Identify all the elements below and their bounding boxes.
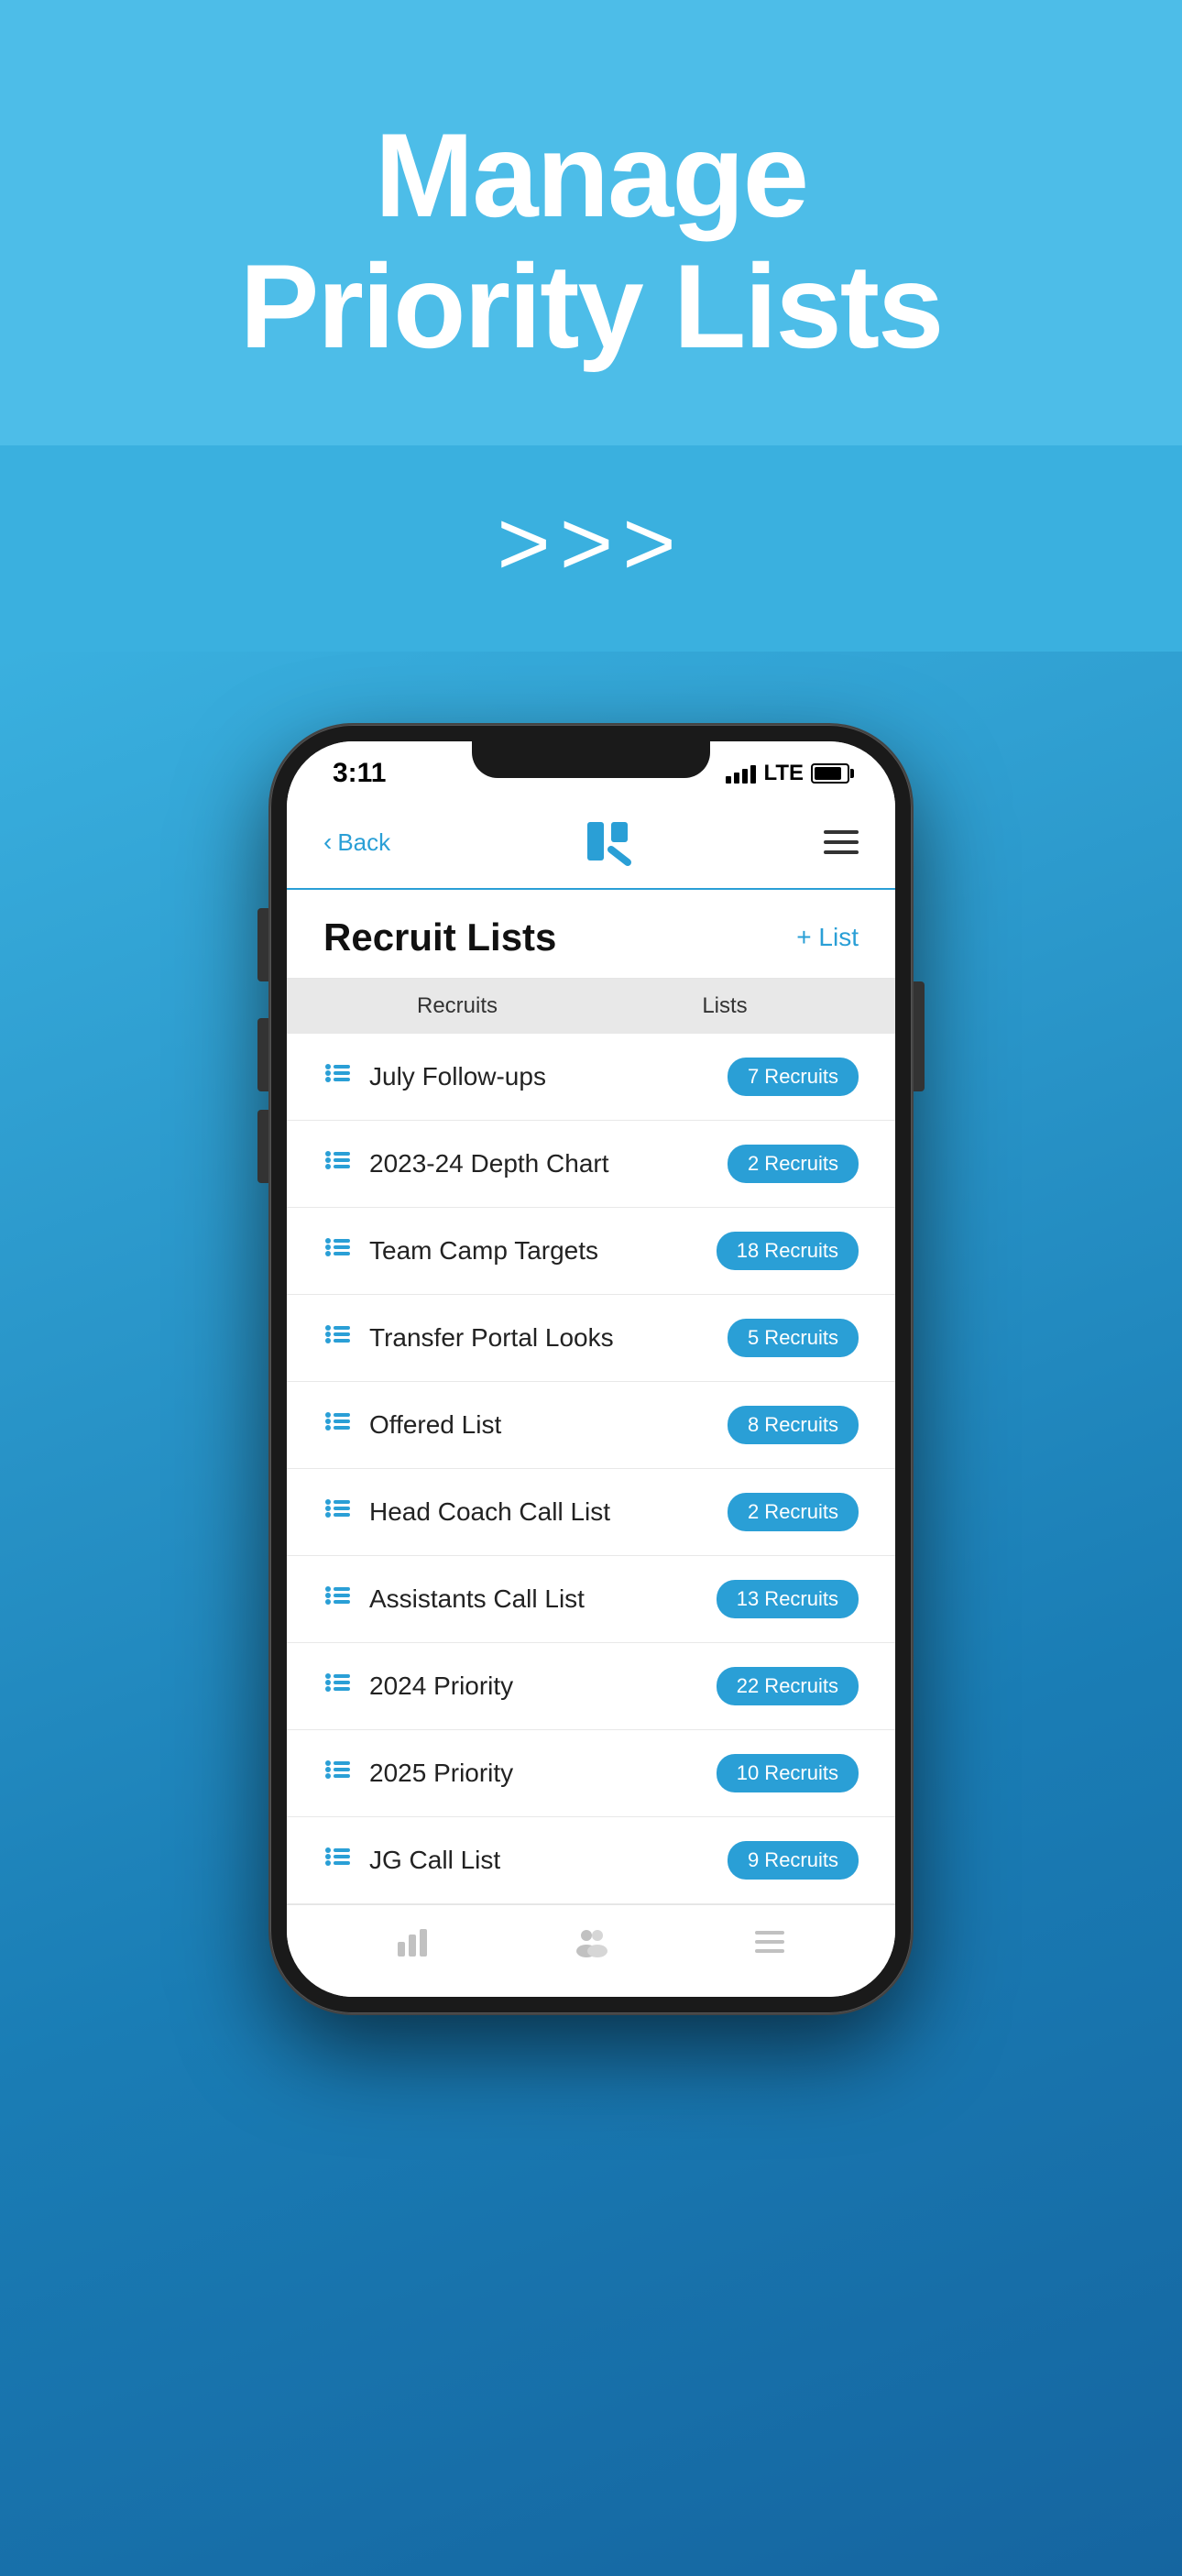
list-item-name: 2024 Priority: [369, 1672, 513, 1701]
tab-people-icon[interactable]: [573, 1924, 609, 1960]
recruit-badge: 13 Recruits: [717, 1580, 859, 1618]
phone-notch: [472, 741, 710, 778]
arrow-section: >>>: [0, 445, 1182, 652]
list-item[interactable]: July Follow-ups 7 Recruits: [287, 1034, 895, 1121]
lte-icon: LTE: [763, 761, 804, 786]
phone-area: 3:11 LTE ‹ Back: [0, 652, 1182, 2576]
back-label: Back: [337, 828, 390, 857]
signal-icon: [726, 763, 756, 784]
phone-shell: 3:11 LTE ‹ Back: [270, 725, 912, 2013]
phone-screen: 3:11 LTE ‹ Back: [287, 741, 895, 1997]
list-item-name: 2025 Priority: [369, 1759, 513, 1788]
table-header-recruits: Recruits: [323, 993, 591, 1019]
recruit-list-container: July Follow-ups 7 Recruits 2023-24 Depth…: [287, 1034, 895, 1904]
recruit-badge: 5 Recruits: [728, 1319, 859, 1357]
tab-stats-icon[interactable]: [394, 1924, 431, 1960]
list-item[interactable]: 2024 Priority 22 Recruits: [287, 1643, 895, 1730]
list-item-name: Assistants Call List: [369, 1584, 585, 1614]
list-item[interactable]: Transfer Portal Looks 5 Recruits: [287, 1295, 895, 1382]
list-item-name: 2023-24 Depth Chart: [369, 1149, 609, 1178]
recruit-badge: 22 Recruits: [717, 1667, 859, 1705]
list-item-left: 2025 Priority: [323, 1755, 513, 1792]
app-logo-icon: [580, 815, 635, 870]
list-item-left: JG Call List: [323, 1842, 500, 1879]
list-item[interactable]: JG Call List 9 Recruits: [287, 1817, 895, 1904]
status-bar: 3:11 LTE: [287, 741, 895, 796]
list-item[interactable]: 2023-24 Depth Chart 2 Recruits: [287, 1121, 895, 1208]
battery-fill: [815, 767, 841, 780]
list-item-name: Offered List: [369, 1410, 501, 1440]
table-header: Recruits Lists: [287, 979, 895, 1034]
list-lines-icon: [323, 1233, 353, 1269]
list-item-name: Transfer Portal Looks: [369, 1323, 614, 1353]
status-icons: LTE: [726, 761, 849, 786]
list-lines-icon: [323, 1145, 353, 1182]
list-item[interactable]: Offered List 8 Recruits: [287, 1382, 895, 1469]
tab-list-icon[interactable]: [751, 1924, 788, 1960]
add-list-button[interactable]: + List: [796, 923, 859, 952]
list-item-left: Assistants Call List: [323, 1581, 585, 1617]
back-chevron-icon: ‹: [323, 828, 332, 857]
list-lines-icon: [323, 1668, 353, 1705]
recruit-badge: 2 Recruits: [728, 1493, 859, 1531]
page-header: Recruit Lists + List: [287, 890, 895, 979]
recruit-badge: 10 Recruits: [717, 1754, 859, 1792]
battery-icon: [811, 763, 849, 784]
list-item[interactable]: Team Camp Targets 18 Recruits: [287, 1208, 895, 1295]
list-item-name: Team Camp Targets: [369, 1236, 598, 1266]
arrows-decoration: >>>: [0, 491, 1182, 597]
list-lines-icon: [323, 1494, 353, 1530]
list-lines-icon: [323, 1842, 353, 1879]
table-header-lists: Lists: [591, 993, 859, 1019]
recruit-badge: 18 Recruits: [717, 1232, 859, 1270]
list-item-left: 2023-24 Depth Chart: [323, 1145, 609, 1182]
list-lines-icon: [323, 1581, 353, 1617]
list-item-left: 2024 Priority: [323, 1668, 513, 1705]
hero-section: Manage Priority Lists: [0, 0, 1182, 445]
list-item-left: Head Coach Call List: [323, 1494, 610, 1530]
hamburger-menu-icon[interactable]: [824, 830, 859, 854]
list-item[interactable]: Head Coach Call List 2 Recruits: [287, 1469, 895, 1556]
recruit-badge: 9 Recruits: [728, 1841, 859, 1880]
list-item-name: JG Call List: [369, 1846, 500, 1875]
list-item[interactable]: Assistants Call List 13 Recruits: [287, 1556, 895, 1643]
list-lines-icon: [323, 1058, 353, 1095]
recruit-badge: 2 Recruits: [728, 1145, 859, 1183]
list-item-left: Team Camp Targets: [323, 1233, 598, 1269]
list-item-name: July Follow-ups: [369, 1062, 546, 1091]
bottom-tab-bar: [287, 1904, 895, 1997]
recruit-badge: 7 Recruits: [728, 1058, 859, 1096]
page-title: Recruit Lists: [323, 915, 556, 959]
recruit-badge: 8 Recruits: [728, 1406, 859, 1444]
list-item[interactable]: 2025 Priority 10 Recruits: [287, 1730, 895, 1817]
back-button[interactable]: ‹ Back: [323, 828, 390, 857]
list-item-left: Transfer Portal Looks: [323, 1320, 614, 1356]
list-lines-icon: [323, 1320, 353, 1356]
status-time: 3:11: [333, 758, 386, 789]
list-item-name: Head Coach Call List: [369, 1497, 610, 1527]
list-item-left: Offered List: [323, 1407, 501, 1443]
list-lines-icon: [323, 1755, 353, 1792]
list-item-left: July Follow-ups: [323, 1058, 546, 1095]
list-lines-icon: [323, 1407, 353, 1443]
nav-bar: ‹ Back: [287, 796, 895, 890]
hero-title: Manage Priority Lists: [55, 110, 1127, 372]
